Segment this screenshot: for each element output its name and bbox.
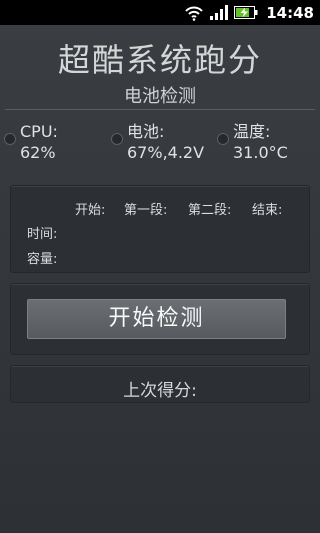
temperature-value: 31.0°C [233, 143, 288, 162]
temperature-label: 温度: [233, 122, 271, 141]
row-time: 时间: [27, 227, 58, 242]
battery-stat: 电池: 67%,4.2V [111, 121, 205, 163]
app-screen: 超酷系统跑分 电池检测 CPU: 62% 电池: 67%,4.2V 温度: 31… [0, 25, 320, 533]
column-end: 结束: [252, 203, 283, 218]
signal-icon [210, 5, 229, 20]
header-divider [5, 109, 315, 110]
battery-label: 电池: [127, 122, 165, 141]
wifi-icon [184, 5, 204, 21]
column-segment-2: 第二段: [188, 203, 232, 218]
cpu-value: 62% [20, 143, 56, 162]
status-time: 14:48 [266, 3, 314, 22]
action-panel: 开始检测 [10, 283, 310, 355]
status-bar: 14:48 [0, 0, 320, 25]
battery-indicator-icon [111, 133, 123, 145]
temperature-stat: 温度: 31.0°C [217, 121, 288, 163]
start-test-button[interactable]: 开始检测 [27, 299, 286, 339]
row-capacity: 容量: [27, 252, 58, 267]
battery-value: 67%,4.2V [127, 143, 205, 162]
results-table: 开始: 第一段: 第二段: 结束: 时间: 容量: [10, 185, 310, 273]
app-title: 超酷系统跑分 [57, 41, 262, 79]
temperature-indicator-icon [217, 133, 229, 145]
cpu-indicator-icon [4, 133, 16, 145]
cpu-stat: CPU: 62% [4, 121, 58, 163]
page-subtitle: 电池检测 [124, 86, 196, 107]
column-segment-1: 第一段: [124, 203, 168, 218]
last-score-label: 上次得分: [123, 381, 197, 401]
battery-charging-icon [234, 6, 258, 19]
cpu-label: CPU: [20, 122, 58, 141]
column-start: 开始: [75, 203, 106, 218]
